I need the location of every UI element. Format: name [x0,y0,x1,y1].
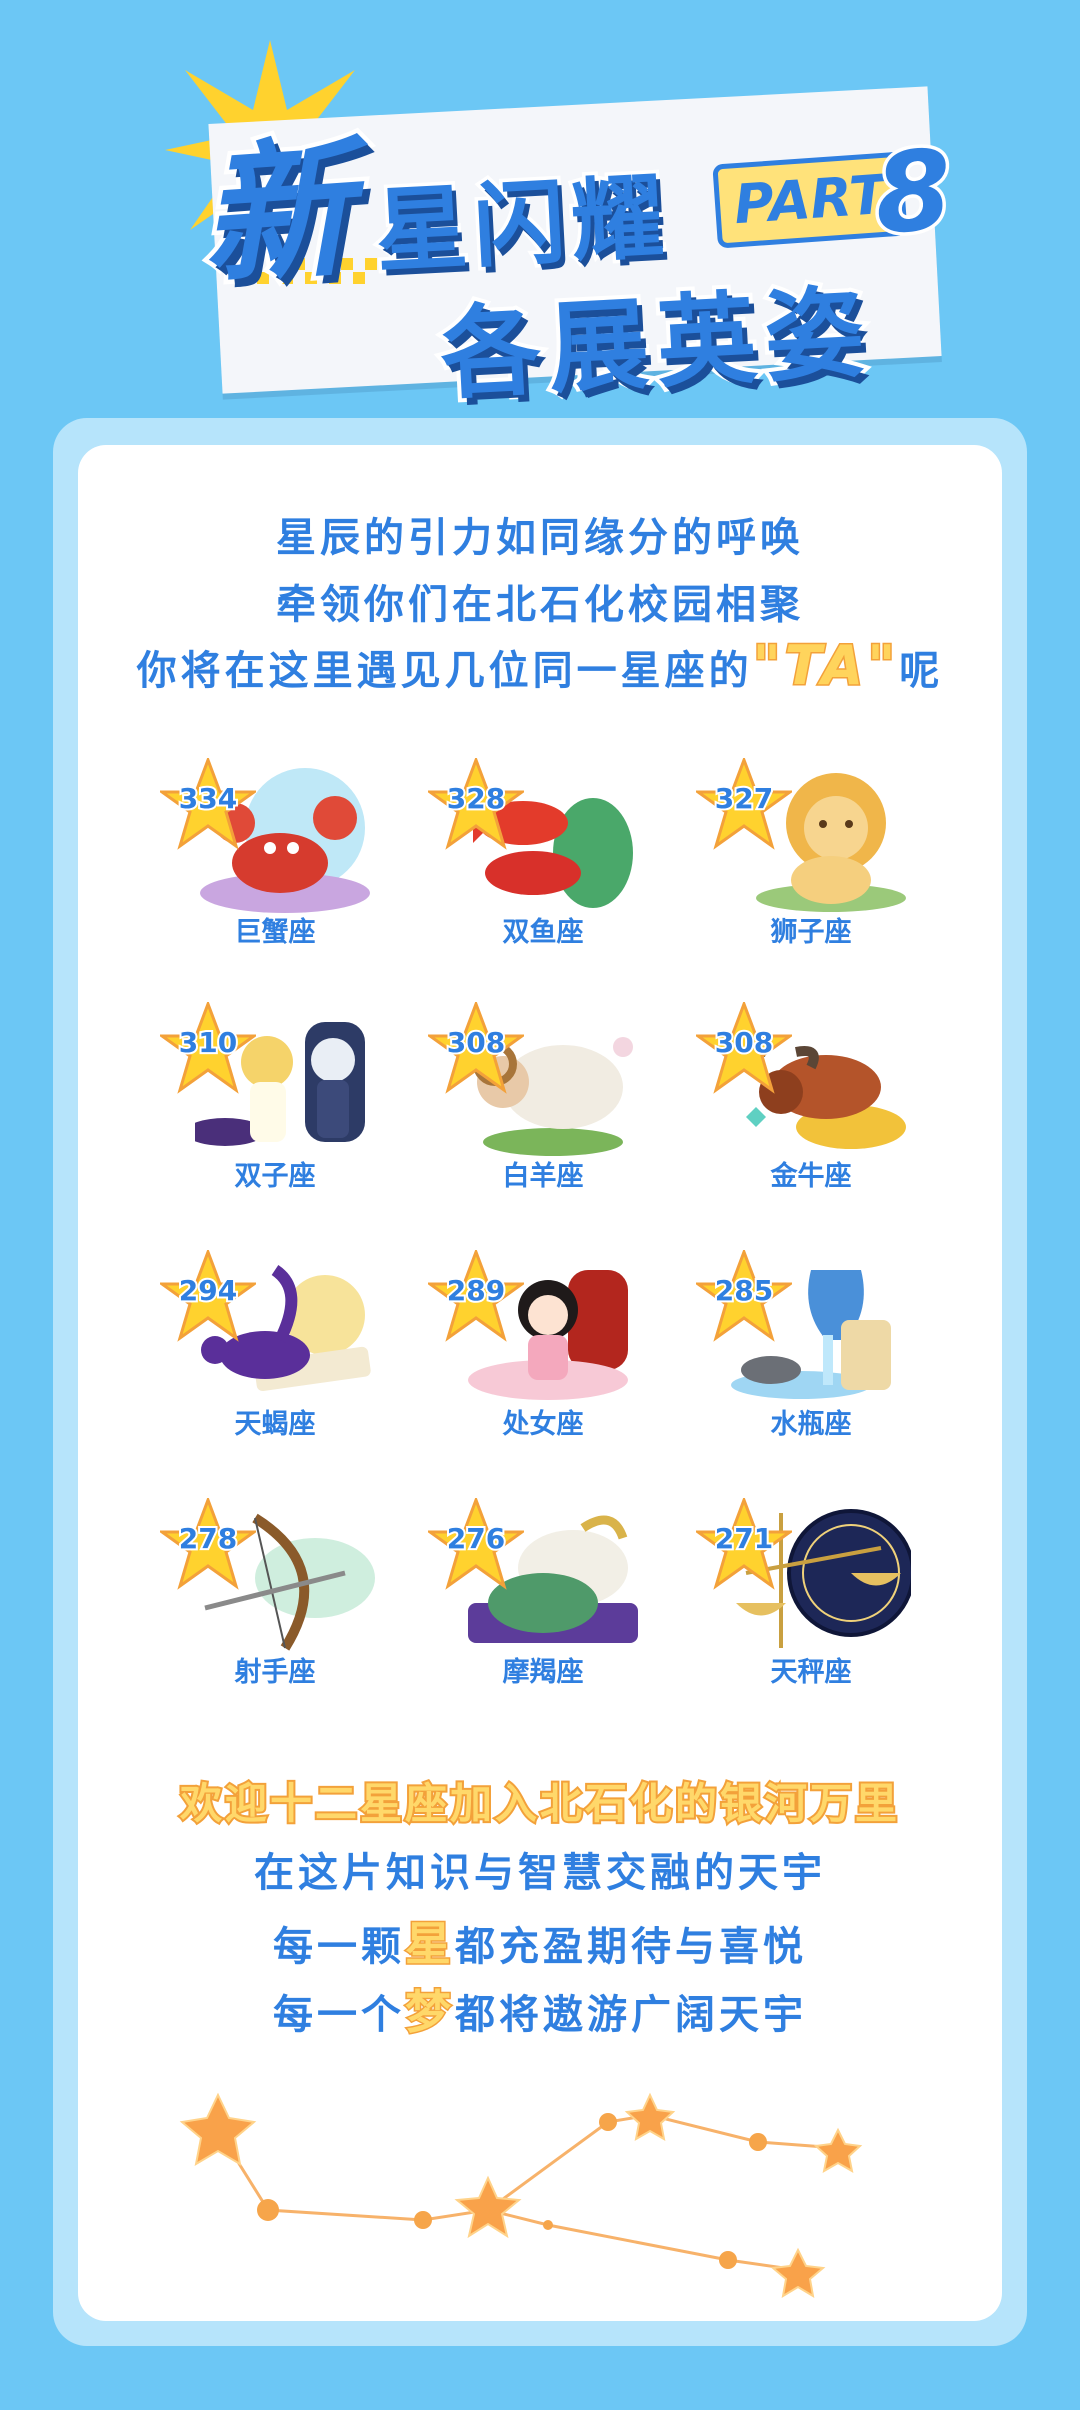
constellation-decoration [179,2092,863,2298]
title-big-char: 新 [191,117,362,310]
zodiac-name: 金牛座 [768,1158,855,1195]
part-number: 8 [867,122,959,262]
ta-highlight: "TA" [751,633,900,699]
zodiac-tile-cancer: 334 巨蟹座 [160,758,390,958]
intro-line-3-text: 你将在这里遇见几位同一星座的 [136,648,753,694]
zodiac-name: 水瓶座 [768,1406,855,1443]
zodiac-count: 294 [177,1272,239,1309]
zodiac-tile-pisces: 328 双鱼座 [428,758,658,958]
title-line-2: 各展英姿 [434,270,880,417]
zodiac-count: 327 [713,780,775,817]
zodiac-count: 289 [445,1272,507,1309]
zodiac-tile-aries: 308 白羊座 [428,1002,658,1202]
zodiac-name: 白羊座 [500,1158,587,1195]
footer-line-3-start: 每一个 [273,1992,405,2038]
zodiac-tile-sagittarius: 278 射手座 [160,1498,390,1698]
footer-line-2: 每一颗星都充盈期待与喜悦 [78,1908,1002,1974]
zodiac-name: 摩羯座 [500,1654,587,1691]
welcome-line: 欢迎十二星座加入北石化的银河万里 [178,1777,900,1830]
title-banner: 新 星闪耀 PART 8 各展英姿 [0,0,1080,417]
zodiac-tile-aquarius: 285 水瓶座 [696,1250,926,1450]
zodiac-tile-taurus: 308 金牛座 [696,1002,926,1202]
zodiac-count: 310 [177,1024,239,1061]
zodiac-count: 285 [713,1272,775,1309]
intro-line-3-end: 呢 [899,648,944,694]
zodiac-tile-libra: 271 天秤座 [696,1498,926,1698]
intro-line-1: 星辰的引力如同缘分的呼唤 [276,515,804,561]
zodiac-name: 狮子座 [768,914,855,951]
footer-line-2-start: 每一颗 [273,1924,405,1970]
zodiac-count: 276 [445,1520,507,1557]
zodiac-count: 278 [177,1520,239,1557]
zodiac-name: 射手座 [232,1654,319,1691]
footer-line-2-end: 都充盈期待与喜悦 [455,1924,807,1970]
zodiac-name: 天蝎座 [232,1406,319,1443]
zodiac-name: 双鱼座 [500,914,587,951]
zodiac-name: 天秤座 [768,1654,855,1691]
zodiac-count: 328 [445,780,507,817]
zodiac-tile-leo: 327 狮子座 [696,758,926,958]
intro-line-2: 牵领你们在北石化校园相聚 [276,582,804,628]
part-label: PART [731,162,889,237]
zodiac-count: 308 [445,1024,507,1061]
dream-highlight: 梦 [404,1984,455,2041]
zodiac-count: 334 [177,780,239,817]
footer-line-1: 在这片知识与智慧交融的天宇 [254,1850,826,1896]
zodiac-tile-capricorn: 276 摩羯座 [428,1498,658,1698]
zodiac-name: 巨蟹座 [232,914,319,951]
zodiac-tile-gemini: 310 双子座 [160,1002,390,1202]
zodiac-count: 308 [713,1024,775,1061]
footer-line-3: 每一个梦都将遨游广阔天宇 [78,1976,1002,2042]
zodiac-name: 处女座 [500,1406,587,1443]
zodiac-count: 271 [713,1520,775,1557]
footer-line-3-end: 都将遨游广阔天宇 [455,1992,807,2038]
zodiac-tile-virgo: 289 处女座 [428,1250,658,1450]
intro-line-3: 你将在这里遇见几位同一星座的"TA"呢 [78,633,1002,699]
zodiac-tile-scorpio: 294 天蝎座 [160,1250,390,1450]
zodiac-name: 双子座 [232,1158,319,1195]
star-highlight: 星 [404,1916,455,1973]
